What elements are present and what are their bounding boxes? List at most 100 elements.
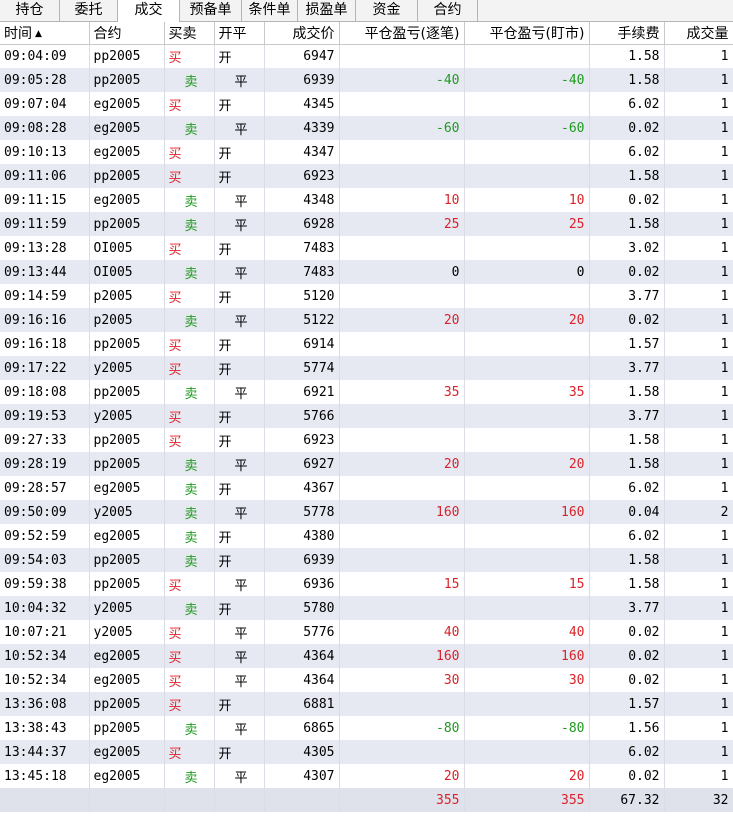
table-row[interactable]: 09:11:06 pp2005 买 开 6923 1.58 1 bbox=[0, 164, 733, 188]
table-row[interactable]: 10:07:21 y2005 买 平 5776 40 40 0.02 1 bbox=[0, 620, 733, 644]
cell-contract: pp2005 bbox=[89, 572, 165, 596]
col-fee-header[interactable]: 手续费 bbox=[589, 22, 665, 45]
cell-contract: y2005 bbox=[89, 620, 165, 644]
cell-direction: 买 bbox=[164, 236, 215, 260]
table-row[interactable]: 09:50:09 y2005 卖 平 5778 160 160 0.04 2 bbox=[0, 500, 733, 524]
table-row[interactable]: 13:36:08 pp2005 买 开 6881 1.57 1 bbox=[0, 692, 733, 716]
cell-open-close: 平 bbox=[214, 668, 265, 692]
cell-contract: p2005 bbox=[89, 284, 165, 308]
col-qty-header[interactable]: 成交量 bbox=[664, 22, 733, 45]
cell-direction: 卖 bbox=[164, 308, 215, 332]
cell-direction: 卖 bbox=[164, 380, 215, 404]
cell-pnl-trade bbox=[339, 740, 465, 764]
cell-open-close: 开 bbox=[214, 692, 265, 716]
tab-trades[interactable]: 成交 bbox=[118, 0, 180, 22]
cell-fee: 1.58 bbox=[589, 572, 665, 596]
table-row[interactable]: 09:17:22 y2005 买 开 5774 3.77 1 bbox=[0, 356, 733, 380]
table-row[interactable]: 09:13:28 OI005 买 开 7483 3.02 1 bbox=[0, 236, 733, 260]
cell-open-close: 平 bbox=[214, 260, 265, 284]
cell-open-close: 开 bbox=[214, 524, 265, 548]
cell-pnl-trade bbox=[339, 284, 465, 308]
table-row[interactable]: 09:16:18 pp2005 买 开 6914 1.57 1 bbox=[0, 332, 733, 356]
cell-open-close: 平 bbox=[214, 500, 265, 524]
col-time-header[interactable]: 时间 ▲ bbox=[0, 22, 90, 45]
tab-preorders[interactable]: 预备单 bbox=[180, 0, 242, 21]
table-row[interactable]: 09:07:04 eg2005 买 开 4345 6.02 1 bbox=[0, 92, 733, 116]
cell-time: 09:16:18 bbox=[0, 332, 90, 356]
table-row[interactable]: 09:28:57 eg2005 卖 开 4367 6.02 1 bbox=[0, 476, 733, 500]
cell-price: 7483 bbox=[264, 260, 340, 284]
col-direction-header[interactable]: 买卖 bbox=[164, 22, 215, 45]
table-row[interactable]: 09:08:28 eg2005 卖 平 4339 -60 -60 0.02 1 bbox=[0, 116, 733, 140]
cell-fee: 3.77 bbox=[589, 284, 665, 308]
cell-pnl-trade bbox=[339, 692, 465, 716]
cell-time: 09:50:09 bbox=[0, 500, 90, 524]
col-pnl-trade-header[interactable]: 平仓盈亏(逐笔) bbox=[339, 22, 465, 45]
table-row[interactable]: 09:59:38 pp2005 买 平 6936 15 15 1.58 1 bbox=[0, 572, 733, 596]
cell-time: 09:19:53 bbox=[0, 404, 90, 428]
tab-contracts[interactable]: 合约 bbox=[418, 0, 478, 21]
cell-time: 10:52:34 bbox=[0, 668, 90, 692]
cell-direction: 卖 bbox=[164, 596, 215, 620]
cell-price: 6939 bbox=[264, 548, 340, 572]
tab-funds[interactable]: 资金 bbox=[356, 0, 418, 21]
cell-qty: 1 bbox=[664, 668, 733, 692]
tab-orders[interactable]: 委托 bbox=[60, 0, 118, 21]
total-pnl-trade: 355 bbox=[339, 788, 465, 812]
table-row[interactable]: 10:04:32 y2005 卖 开 5780 3.77 1 bbox=[0, 596, 733, 620]
table-row[interactable]: 09:19:53 y2005 买 开 5766 3.77 1 bbox=[0, 404, 733, 428]
cell-open-close: 开 bbox=[214, 356, 265, 380]
cell-price: 6881 bbox=[264, 692, 340, 716]
table-row[interactable]: 09:52:59 eg2005 卖 开 4380 6.02 1 bbox=[0, 524, 733, 548]
table-row[interactable]: 09:14:59 p2005 买 开 5120 3.77 1 bbox=[0, 284, 733, 308]
cell-time: 09:11:59 bbox=[0, 212, 90, 236]
cell-open-close: 开 bbox=[214, 548, 265, 572]
table-row[interactable]: 13:44:37 eg2005 买 开 4305 6.02 1 bbox=[0, 740, 733, 764]
cell-qty: 1 bbox=[664, 164, 733, 188]
cell-time: 09:13:44 bbox=[0, 260, 90, 284]
cell-pnl-trade: 0 bbox=[339, 260, 465, 284]
cell-contract: OI005 bbox=[89, 260, 165, 284]
table-row[interactable]: 10:52:34 eg2005 买 平 4364 30 30 0.02 1 bbox=[0, 668, 733, 692]
table-row[interactable]: 09:11:15 eg2005 卖 平 4348 10 10 0.02 1 bbox=[0, 188, 733, 212]
col-contract-header[interactable]: 合约 bbox=[89, 22, 165, 45]
table-row[interactable]: 09:13:44 OI005 卖 平 7483 0 0 0.02 1 bbox=[0, 260, 733, 284]
cell-qty: 1 bbox=[664, 68, 733, 92]
cell-direction: 买 bbox=[164, 620, 215, 644]
cell-direction: 买 bbox=[164, 644, 215, 668]
cell-pnl-trade bbox=[339, 164, 465, 188]
cell-contract: y2005 bbox=[89, 500, 165, 524]
col-open-close-header[interactable]: 开平 bbox=[214, 22, 265, 45]
cell-contract: eg2005 bbox=[89, 740, 165, 764]
tab-positions[interactable]: 持仓 bbox=[0, 0, 60, 21]
cell-pnl-trade bbox=[339, 356, 465, 380]
table-row[interactable]: 09:16:16 p2005 卖 平 5122 20 20 0.02 1 bbox=[0, 308, 733, 332]
table-row[interactable]: 09:54:03 pp2005 卖 开 6939 1.58 1 bbox=[0, 548, 733, 572]
cell-direction: 卖 bbox=[164, 500, 215, 524]
cell-fee: 0.02 bbox=[589, 308, 665, 332]
table-row[interactable]: 10:52:34 eg2005 买 平 4364 160 160 0.02 1 bbox=[0, 644, 733, 668]
cell-open-close: 平 bbox=[214, 116, 265, 140]
table-row[interactable]: 09:04:09 pp2005 买 开 6947 1.58 1 bbox=[0, 44, 733, 68]
cell-qty: 1 bbox=[664, 548, 733, 572]
cell-open-close: 平 bbox=[214, 308, 265, 332]
table-row[interactable]: 09:11:59 pp2005 卖 平 6928 25 25 1.58 1 bbox=[0, 212, 733, 236]
col-pnl-mark-header[interactable]: 平仓盈亏(盯市) bbox=[464, 22, 590, 45]
cell-open-close: 开 bbox=[214, 332, 265, 356]
table-row[interactable]: 09:18:08 pp2005 卖 平 6921 35 35 1.58 1 bbox=[0, 380, 733, 404]
cell-price: 6921 bbox=[264, 380, 340, 404]
cell-direction: 买 bbox=[164, 92, 215, 116]
table-row[interactable]: 09:10:13 eg2005 买 开 4347 6.02 1 bbox=[0, 140, 733, 164]
table-row[interactable]: 09:28:19 pp2005 卖 平 6927 20 20 1.58 1 bbox=[0, 452, 733, 476]
table-row[interactable]: 09:05:28 pp2005 卖 平 6939 -40 -40 1.58 1 bbox=[0, 68, 733, 92]
col-price-header[interactable]: 成交价 bbox=[264, 22, 340, 45]
cell-pnl-mark: -40 bbox=[464, 68, 590, 92]
cell-time: 09:27:33 bbox=[0, 428, 90, 452]
tab-stop-orders[interactable]: 损盈单 bbox=[298, 0, 356, 21]
cell-time: 09:17:22 bbox=[0, 356, 90, 380]
table-row[interactable]: 09:27:33 pp2005 买 开 6923 1.58 1 bbox=[0, 428, 733, 452]
table-row[interactable]: 13:45:18 eg2005 卖 平 4307 20 20 0.02 1 bbox=[0, 764, 733, 788]
tab-conditional-orders[interactable]: 条件单 bbox=[242, 0, 298, 21]
table-row[interactable]: 13:38:43 pp2005 卖 平 6865 -80 -80 1.56 1 bbox=[0, 716, 733, 740]
cell-direction: 卖 bbox=[164, 260, 215, 284]
